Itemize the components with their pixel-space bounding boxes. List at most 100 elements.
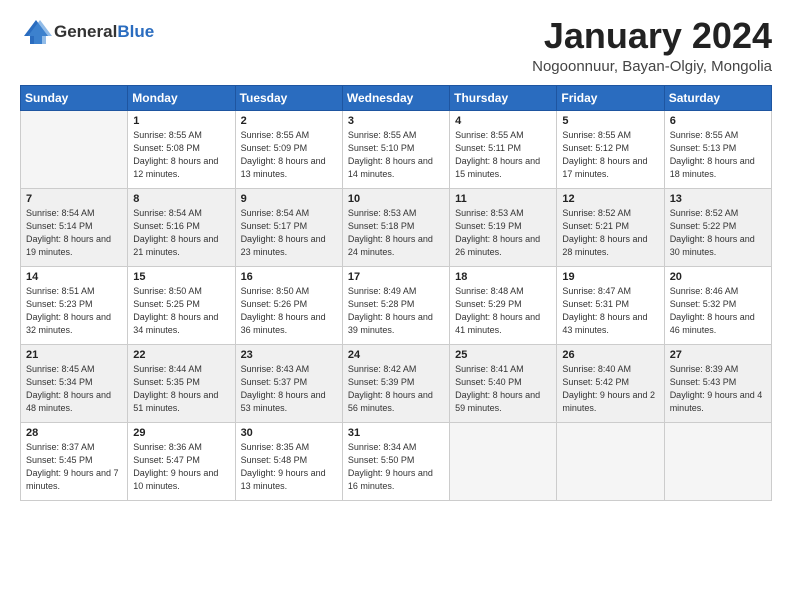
title-block: January 2024 Nogoonnuur, Bayan-Olgiy, Mo… xyxy=(532,16,772,75)
day-number: 10 xyxy=(348,193,444,205)
calendar-cell: 11Sunrise: 8:53 AM Sunset: 5:19 PM Dayli… xyxy=(450,188,557,266)
calendar-cell: 4Sunrise: 8:55 AM Sunset: 5:11 PM Daylig… xyxy=(450,110,557,188)
calendar-cell xyxy=(21,110,128,188)
calendar-cell: 9Sunrise: 8:54 AM Sunset: 5:17 PM Daylig… xyxy=(235,188,342,266)
calendar-cell: 21Sunrise: 8:45 AM Sunset: 5:34 PM Dayli… xyxy=(21,344,128,422)
day-info: Sunrise: 8:50 AM Sunset: 5:25 PM Dayligh… xyxy=(133,285,229,337)
day-number: 8 xyxy=(133,193,229,205)
day-info: Sunrise: 8:51 AM Sunset: 5:23 PM Dayligh… xyxy=(26,285,122,337)
header-tuesday: Tuesday xyxy=(235,85,342,110)
calendar-cell: 5 Sunrise: 8:55 AM Sunset: 5:12 PM Daylig… xyxy=(557,110,664,188)
day-number: 27 xyxy=(670,349,766,361)
day-info: Sunrise: 8:55 AM Sunset: 5:13 PM Dayligh… xyxy=(670,129,766,181)
day-info: Sunrise: 8:54 AM Sunset: 5:14 PM Dayligh… xyxy=(26,207,122,259)
day-info: Sunrise: 8:55 AM Sunset: 5:08 PM Dayligh… xyxy=(133,129,229,181)
calendar-week-row: 1Sunrise: 8:55 AM Sunset: 5:08 PM Daylig… xyxy=(21,110,772,188)
day-number: 22 xyxy=(133,349,229,361)
day-number: 17 xyxy=(348,271,444,283)
day-info: Sunrise: 8:37 AM Sunset: 5:45 PM Dayligh… xyxy=(26,441,122,493)
day-number: 3 xyxy=(348,115,444,127)
calendar-cell: 3 Sunrise: 8:55 AM Sunset: 5:10 PM Daylig… xyxy=(342,110,449,188)
calendar-cell: 8 Sunrise: 8:54 AM Sunset: 5:16 PM Daylig… xyxy=(128,188,235,266)
calendar-header-row: Sunday Monday Tuesday Wednesday Thursday… xyxy=(21,85,772,110)
calendar-cell: 16 Sunrise: 8:50 AM Sunset: 5:26 PM Dayli… xyxy=(235,266,342,344)
calendar-cell: 27 Sunrise: 8:39 AM Sunset: 5:43 PM Dayli… xyxy=(664,344,771,422)
calendar-cell: 26 Sunrise: 8:40 AM Sunset: 5:42 PM Dayli… xyxy=(557,344,664,422)
calendar-cell: 20 Sunrise: 8:46 AM Sunset: 5:32 PM Dayli… xyxy=(664,266,771,344)
day-info: Sunrise: 8:48 AM Sunset: 5:29 PM Dayligh… xyxy=(455,285,551,337)
day-number: 14 xyxy=(26,271,122,283)
calendar-cell xyxy=(664,422,771,500)
day-number: 26 xyxy=(562,349,658,361)
day-number: 28 xyxy=(26,427,122,439)
day-number: 12 xyxy=(562,193,658,205)
calendar-cell: 10Sunrise: 8:53 AM Sunset: 5:18 PM Dayli… xyxy=(342,188,449,266)
logo-icon xyxy=(20,16,52,48)
day-info: Sunrise: 8:46 AM Sunset: 5:32 PM Dayligh… xyxy=(670,285,766,337)
day-info: Sunrise: 8:54 AM Sunset: 5:16 PM Dayligh… xyxy=(133,207,229,259)
day-info: Sunrise: 8:55 AM Sunset: 5:10 PM Dayligh… xyxy=(348,129,444,181)
day-number: 15 xyxy=(133,271,229,283)
page: GeneralBlue January 2024 Nogoonnuur, Bay… xyxy=(0,0,792,612)
day-number: 2 xyxy=(241,115,337,127)
calendar-cell: 1Sunrise: 8:55 AM Sunset: 5:08 PM Daylig… xyxy=(128,110,235,188)
day-info: Sunrise: 8:53 AM Sunset: 5:19 PM Dayligh… xyxy=(455,207,551,259)
day-info: Sunrise: 8:42 AM Sunset: 5:39 PM Dayligh… xyxy=(348,363,444,415)
calendar-cell: 14 Sunrise: 8:51 AM Sunset: 5:23 PM Dayli… xyxy=(21,266,128,344)
day-number: 31 xyxy=(348,427,444,439)
logo: GeneralBlue xyxy=(20,16,154,48)
logo-general-text: General xyxy=(54,22,117,41)
calendar-cell: 31 Sunrise: 8:34 AM Sunset: 5:50 PM Dayli… xyxy=(342,422,449,500)
calendar-cell: 18 Sunrise: 8:48 AM Sunset: 5:29 PM Dayli… xyxy=(450,266,557,344)
day-info: Sunrise: 8:44 AM Sunset: 5:35 PM Dayligh… xyxy=(133,363,229,415)
day-number: 24 xyxy=(348,349,444,361)
day-number: 19 xyxy=(562,271,658,283)
header-friday: Friday xyxy=(557,85,664,110)
day-number: 30 xyxy=(241,427,337,439)
calendar-cell: 19 Sunrise: 8:47 AM Sunset: 5:31 PM Dayli… xyxy=(557,266,664,344)
day-number: 13 xyxy=(670,193,766,205)
calendar-table: Sunday Monday Tuesday Wednesday Thursday… xyxy=(20,85,772,501)
day-info: Sunrise: 8:35 AM Sunset: 5:48 PM Dayligh… xyxy=(241,441,337,493)
day-info: Sunrise: 8:52 AM Sunset: 5:22 PM Dayligh… xyxy=(670,207,766,259)
calendar-cell xyxy=(557,422,664,500)
day-info: Sunrise: 8:55 AM Sunset: 5:11 PM Dayligh… xyxy=(455,129,551,181)
day-number: 20 xyxy=(670,271,766,283)
header: GeneralBlue January 2024 Nogoonnuur, Bay… xyxy=(20,16,772,75)
day-number: 18 xyxy=(455,271,551,283)
day-number: 9 xyxy=(241,193,337,205)
day-number: 25 xyxy=(455,349,551,361)
day-number: 7 xyxy=(26,193,122,205)
calendar-cell: 17 Sunrise: 8:49 AM Sunset: 5:28 PM Dayli… xyxy=(342,266,449,344)
calendar-cell: 6 Sunrise: 8:55 AM Sunset: 5:13 PM Daylig… xyxy=(664,110,771,188)
day-number: 6 xyxy=(670,115,766,127)
calendar-cell: 13 Sunrise: 8:52 AM Sunset: 5:22 PM Dayli… xyxy=(664,188,771,266)
day-info: Sunrise: 8:52 AM Sunset: 5:21 PM Dayligh… xyxy=(562,207,658,259)
calendar-week-row: 28 Sunrise: 8:37 AM Sunset: 5:45 PM Dayli… xyxy=(21,422,772,500)
header-thursday: Thursday xyxy=(450,85,557,110)
day-number: 23 xyxy=(241,349,337,361)
calendar-cell: 29Sunrise: 8:36 AM Sunset: 5:47 PM Dayli… xyxy=(128,422,235,500)
day-info: Sunrise: 8:34 AM Sunset: 5:50 PM Dayligh… xyxy=(348,441,444,493)
day-number: 16 xyxy=(241,271,337,283)
day-info: Sunrise: 8:50 AM Sunset: 5:26 PM Dayligh… xyxy=(241,285,337,337)
day-info: Sunrise: 8:47 AM Sunset: 5:31 PM Dayligh… xyxy=(562,285,658,337)
calendar-cell xyxy=(450,422,557,500)
day-number: 29 xyxy=(133,427,229,439)
day-info: Sunrise: 8:55 AM Sunset: 5:09 PM Dayligh… xyxy=(241,129,337,181)
calendar-week-row: 21Sunrise: 8:45 AM Sunset: 5:34 PM Dayli… xyxy=(21,344,772,422)
day-info: Sunrise: 8:45 AM Sunset: 5:34 PM Dayligh… xyxy=(26,363,122,415)
calendar-week-row: 14 Sunrise: 8:51 AM Sunset: 5:23 PM Dayli… xyxy=(21,266,772,344)
day-info: Sunrise: 8:40 AM Sunset: 5:42 PM Dayligh… xyxy=(562,363,658,415)
header-monday: Monday xyxy=(128,85,235,110)
day-number: 5 xyxy=(562,115,658,127)
calendar-cell: 30 Sunrise: 8:35 AM Sunset: 5:48 PM Dayli… xyxy=(235,422,342,500)
calendar-week-row: 7 Sunrise: 8:54 AM Sunset: 5:14 PM Daylig… xyxy=(21,188,772,266)
day-info: Sunrise: 8:55 AM Sunset: 5:12 PM Dayligh… xyxy=(562,129,658,181)
day-info: Sunrise: 8:39 AM Sunset: 5:43 PM Dayligh… xyxy=(670,363,766,415)
day-info: Sunrise: 8:43 AM Sunset: 5:37 PM Dayligh… xyxy=(241,363,337,415)
day-info: Sunrise: 8:49 AM Sunset: 5:28 PM Dayligh… xyxy=(348,285,444,337)
calendar-cell: 2 Sunrise: 8:55 AM Sunset: 5:09 PM Daylig… xyxy=(235,110,342,188)
header-sunday: Sunday xyxy=(21,85,128,110)
day-info: Sunrise: 8:41 AM Sunset: 5:40 PM Dayligh… xyxy=(455,363,551,415)
